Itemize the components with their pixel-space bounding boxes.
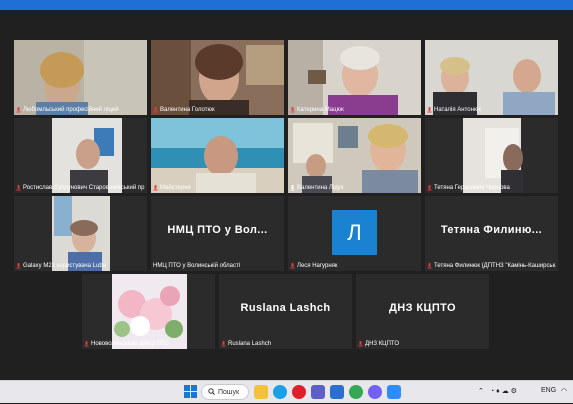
mic-muted-icon [290,107,295,113]
participant-name: Майстерня [160,185,191,191]
video-tile-3[interactable]: Катерина Мацюк [288,40,421,115]
participant-name: Тетяна Герасимик-Чернова [434,185,510,191]
tray-icons[interactable]: ◔ ♦ ☁ ⚙ [490,387,517,395]
avatar-tile-11[interactable]: Л Леся Нагурняк [288,196,421,271]
video-tile-1[interactable]: Любомльський професійний ліцей [14,40,147,115]
name-tile-15[interactable]: ДНЗ КЦПТО ДНЗ КЦПТО [356,274,489,349]
search-label: Пошук [218,388,240,396]
mic-muted-icon [221,341,226,347]
participant-name: Galaxy M21 користувача Luba [23,263,107,269]
store-icon[interactable] [330,385,344,399]
mic-muted-icon [153,107,158,113]
wifi-icon[interactable]: ◠ [561,387,567,395]
video-feed [288,40,421,115]
participant-name: Ростислав Супрунович Старовижівський пр.… [23,185,145,191]
participant-name: Катерина Мацюк [297,107,344,113]
mic-muted-icon [153,185,158,191]
mic-muted-icon [427,185,432,191]
video-tile-6[interactable]: Майстерня [151,118,284,193]
video-tile-2[interactable]: Валентина Голотюк [151,40,284,115]
mic-muted-icon [427,107,432,113]
windows-taskbar: Пошук ⌃ ◔ ♦ ☁ ⚙ ENG ◠ [0,380,573,403]
participant-name: Валентина Лідух [297,185,344,191]
participant-name: ДНЗ КЦПТО [365,341,399,347]
video-feed [151,40,284,115]
file-explorer-icon[interactable] [254,385,268,399]
video-feed [288,118,421,193]
window-top-bar [0,0,573,10]
video-feed [425,118,558,193]
mic-muted-icon [290,263,295,269]
participant-name: Тетяна Филинюк (ДПТНЗ "Камінь-Каширськ..… [434,263,556,269]
participant-display-name: ДНЗ КЦПТО [389,302,456,314]
participant-name: НМЦ ПТО у Волинській області [153,263,241,269]
video-tile-13[interactable]: Нововолинський центр ПТО [82,274,215,349]
zoom-icon[interactable] [387,385,401,399]
name-tile-14[interactable]: Ruslana Lashch Ruslana Lashch [219,274,352,349]
participant-display-name: Ruslana Lashch [240,302,331,314]
participant-name: Нововолинський центр ПТО [91,341,169,347]
viber-icon[interactable] [368,385,382,399]
mic-muted-icon [427,263,432,269]
video-feed [82,274,215,349]
avatar: Л [332,210,377,255]
mic-icon [290,185,295,191]
participant-name: Леся Нагурняк [297,263,338,269]
video-feed [14,118,147,193]
mic-muted-icon [84,341,89,347]
video-feed [151,118,284,193]
video-tile-8[interactable]: Тетяна Герасимик-Чернова [425,118,558,193]
video-tile-5[interactable]: Ростислав Супрунович Старовижівський пр.… [14,118,147,193]
name-tile-10[interactable]: НМЦ ПТО у Вол... НМЦ ПТО у Волинській об… [151,196,284,271]
mic-muted-icon [16,263,21,269]
video-tile-7-active-speaker[interactable]: Валентина Лідух [288,118,421,193]
opera-icon[interactable] [292,385,306,399]
video-feed [425,40,558,115]
participant-name: Любомльський професійний ліцей [23,107,119,113]
mic-muted-icon [16,185,21,191]
name-tile-12[interactable]: Тетяна Филиню... Тетяна Филинюк (ДПТНЗ "… [425,196,558,271]
video-tile-9[interactable]: Galaxy M21 користувача Luba [14,196,147,271]
video-feed [14,40,147,115]
tray-chevron-icon[interactable]: ⌃ [478,387,484,395]
mic-muted-icon [16,107,21,113]
mic-muted-icon [358,341,363,347]
language-indicator[interactable]: ENG [541,387,556,394]
participant-display-name: Тетяна Филиню... [440,224,543,236]
skype-icon[interactable] [273,385,287,399]
search-icon [208,387,215,397]
video-tile-4[interactable]: Наталія Антонюк [425,40,558,115]
participant-display-name: НМЦ ПТО у Вол... [167,224,268,236]
taskbar-search[interactable]: Пошук [201,384,249,400]
windows-start-icon[interactable] [184,385,198,399]
teams-icon[interactable] [311,385,325,399]
participant-name: Ruslana Lashch [228,341,272,347]
participant-name: Валентина Голотюк [160,107,215,113]
participant-name: Наталія Антонюк [434,107,482,113]
video-feed [14,196,147,271]
chrome-icon[interactable] [349,385,363,399]
